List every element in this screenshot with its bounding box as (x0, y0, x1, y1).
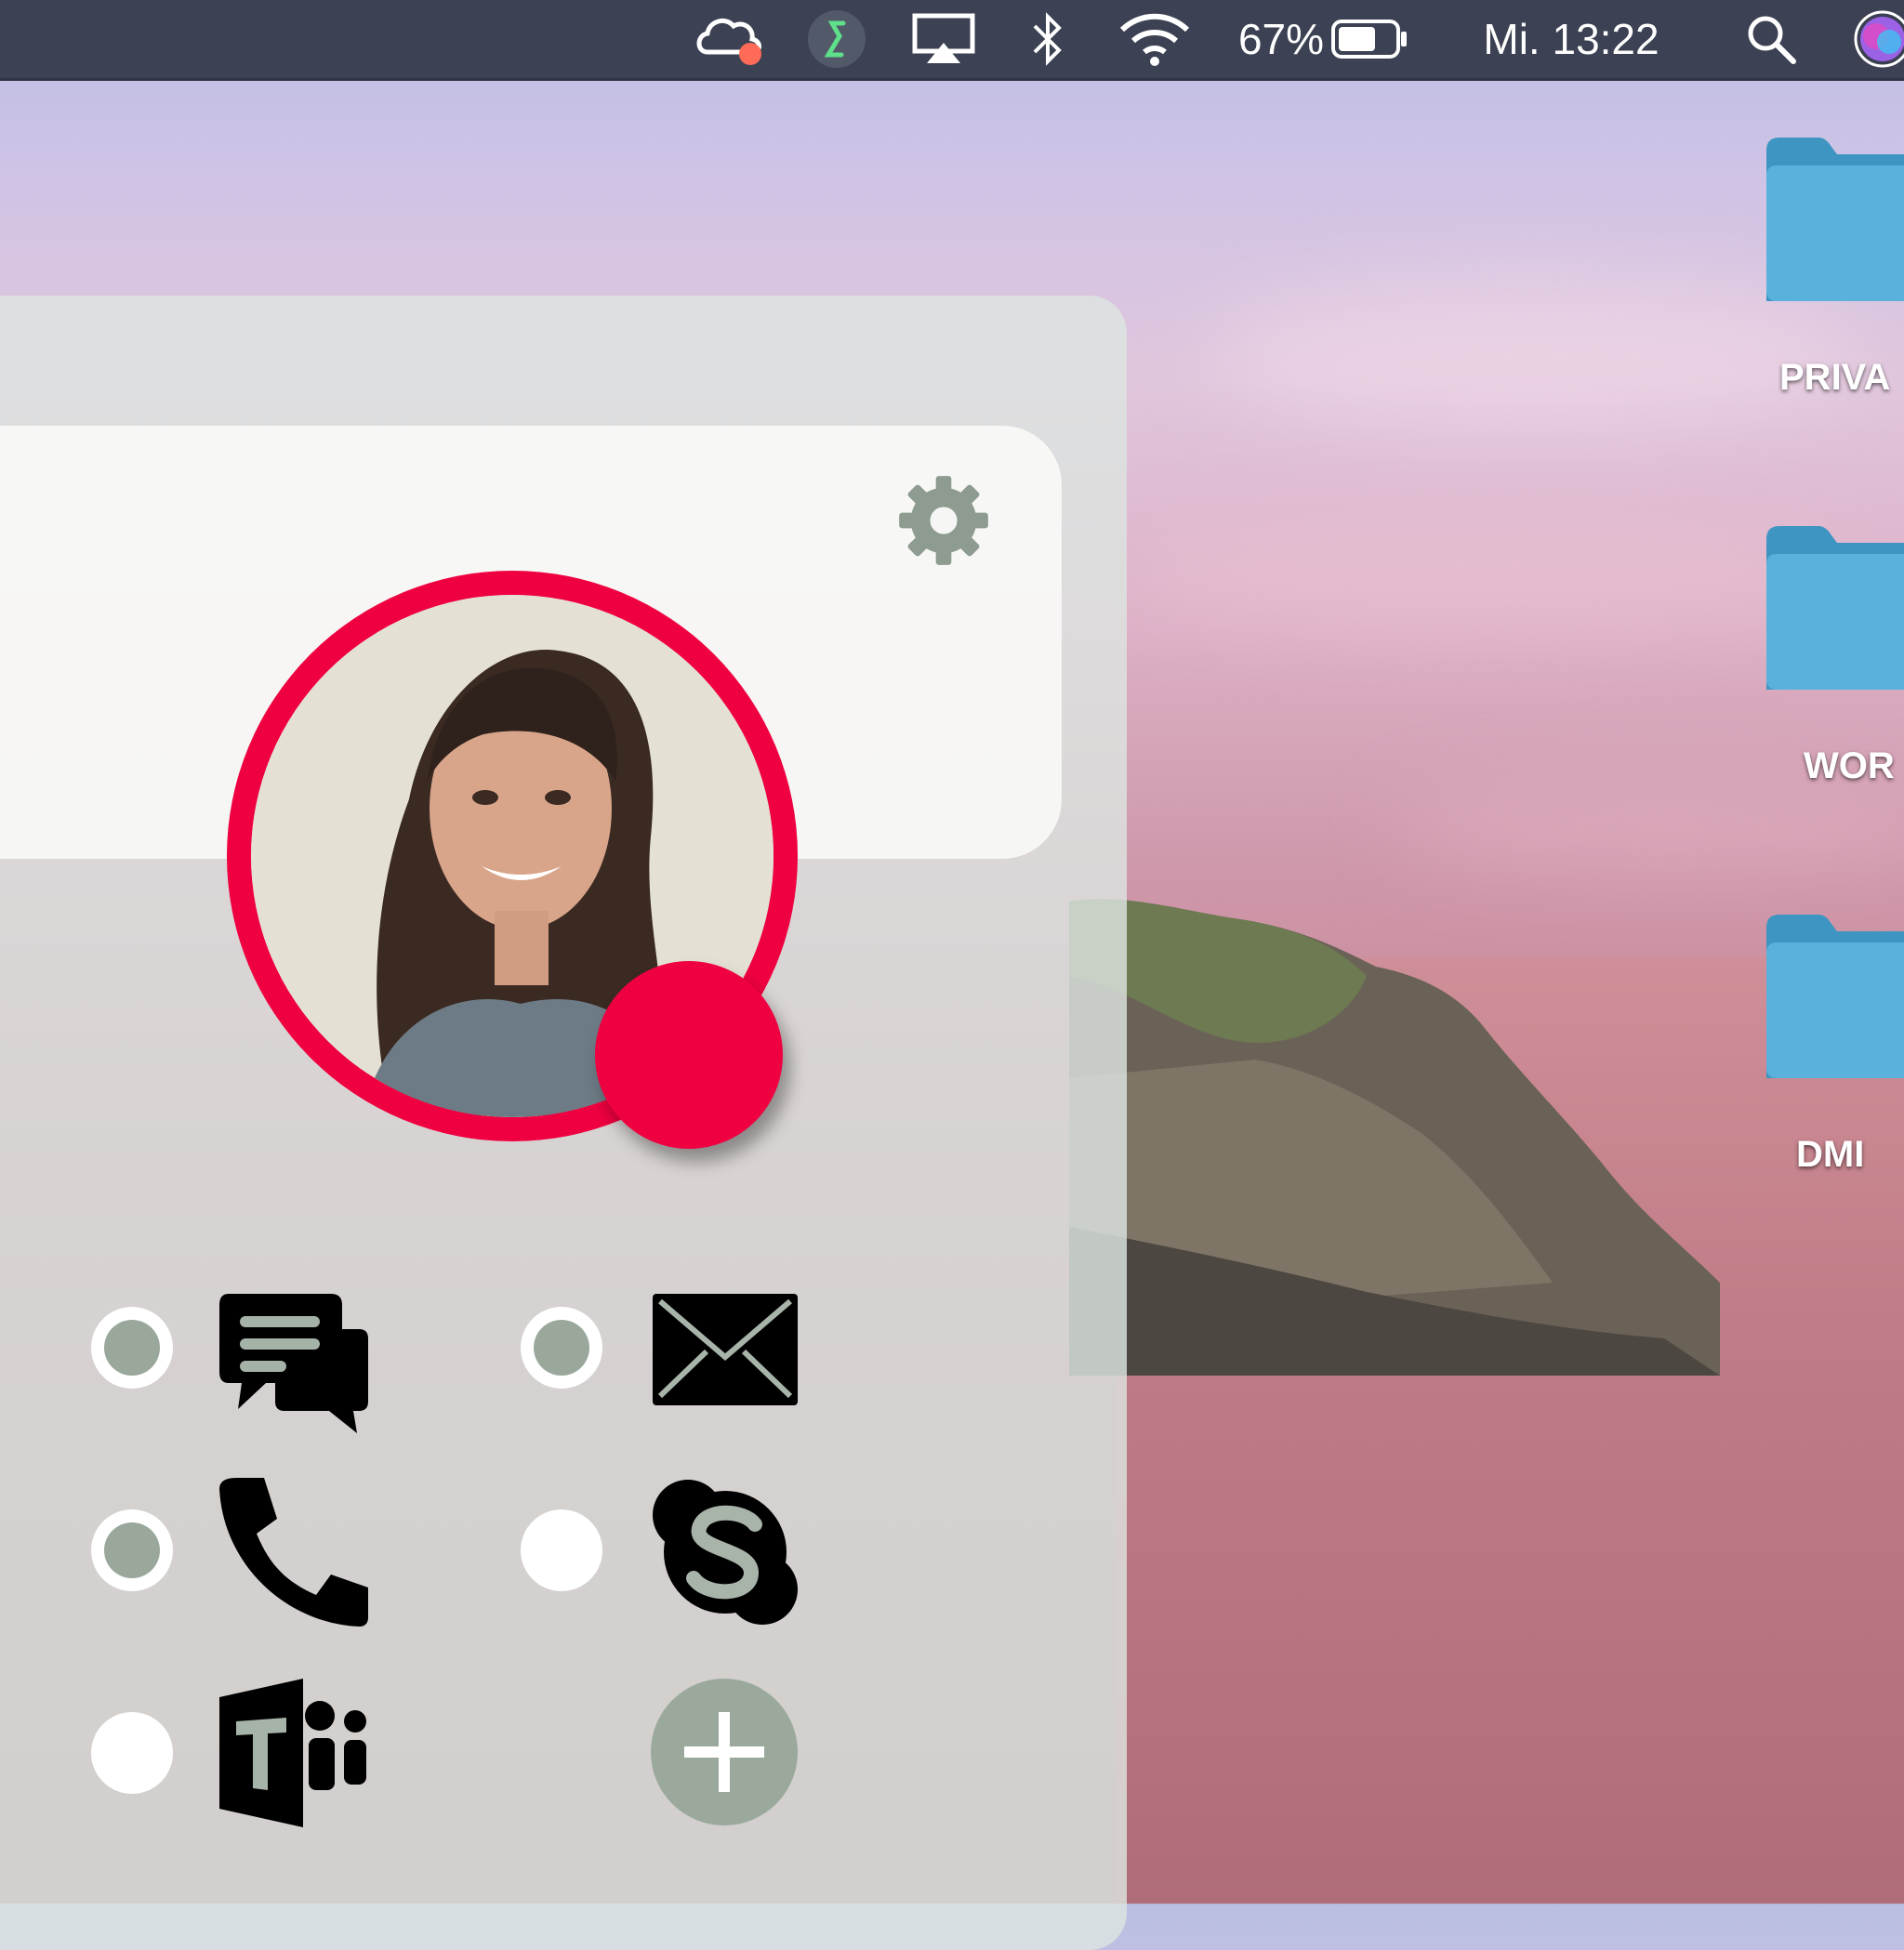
battery-percent: 67% (1237, 15, 1325, 63)
bluetooth-icon[interactable] (1026, 0, 1069, 78)
folder-icon (1766, 526, 1904, 690)
cliff (1069, 899, 1720, 1376)
chat-toggle[interactable] (91, 1307, 173, 1389)
status-indicator[interactable] (595, 961, 783, 1149)
creative-cloud-icon[interactable] (690, 0, 768, 78)
menu-clock[interactable]: Mi. 13:22 (1483, 14, 1659, 64)
menu-bar: 67% Mi. 13:22 (0, 0, 1904, 81)
airplay-icon[interactable] (911, 0, 976, 78)
spotlight-search-icon[interactable] (1740, 0, 1802, 78)
status-app-icon[interactable] (803, 0, 870, 78)
phone-toggle[interactable] (91, 1509, 173, 1591)
mail-toggle[interactable] (521, 1307, 602, 1389)
desktop-folder[interactable]: PRIVA (1766, 138, 1904, 398)
wifi-icon[interactable] (1116, 0, 1194, 78)
siri-icon[interactable] (1850, 0, 1904, 78)
skype-toggle[interactable] (521, 1509, 602, 1591)
phone-icon[interactable] (219, 1478, 368, 1627)
teams-toggle[interactable] (91, 1712, 173, 1794)
teams-icon[interactable] (219, 1679, 368, 1827)
desktop-folder[interactable]: DMI (1766, 915, 1904, 1175)
folder-icon (1766, 915, 1904, 1078)
folder-label: PRIVA (1779, 357, 1891, 398)
folder-label: WOR (1804, 745, 1895, 786)
add-channel-button[interactable] (651, 1679, 798, 1825)
plus-icon (684, 1712, 764, 1792)
chat-bubbles-icon[interactable] (219, 1292, 368, 1441)
mail-icon[interactable] (651, 1292, 800, 1441)
desktop-folder[interactable]: WOR (1766, 526, 1904, 786)
battery-icon[interactable] (1329, 0, 1409, 78)
gear-icon[interactable] (895, 472, 992, 569)
folder-icon (1766, 138, 1904, 301)
folder-label: DMI (1796, 1134, 1865, 1175)
skype-icon[interactable] (651, 1478, 800, 1627)
